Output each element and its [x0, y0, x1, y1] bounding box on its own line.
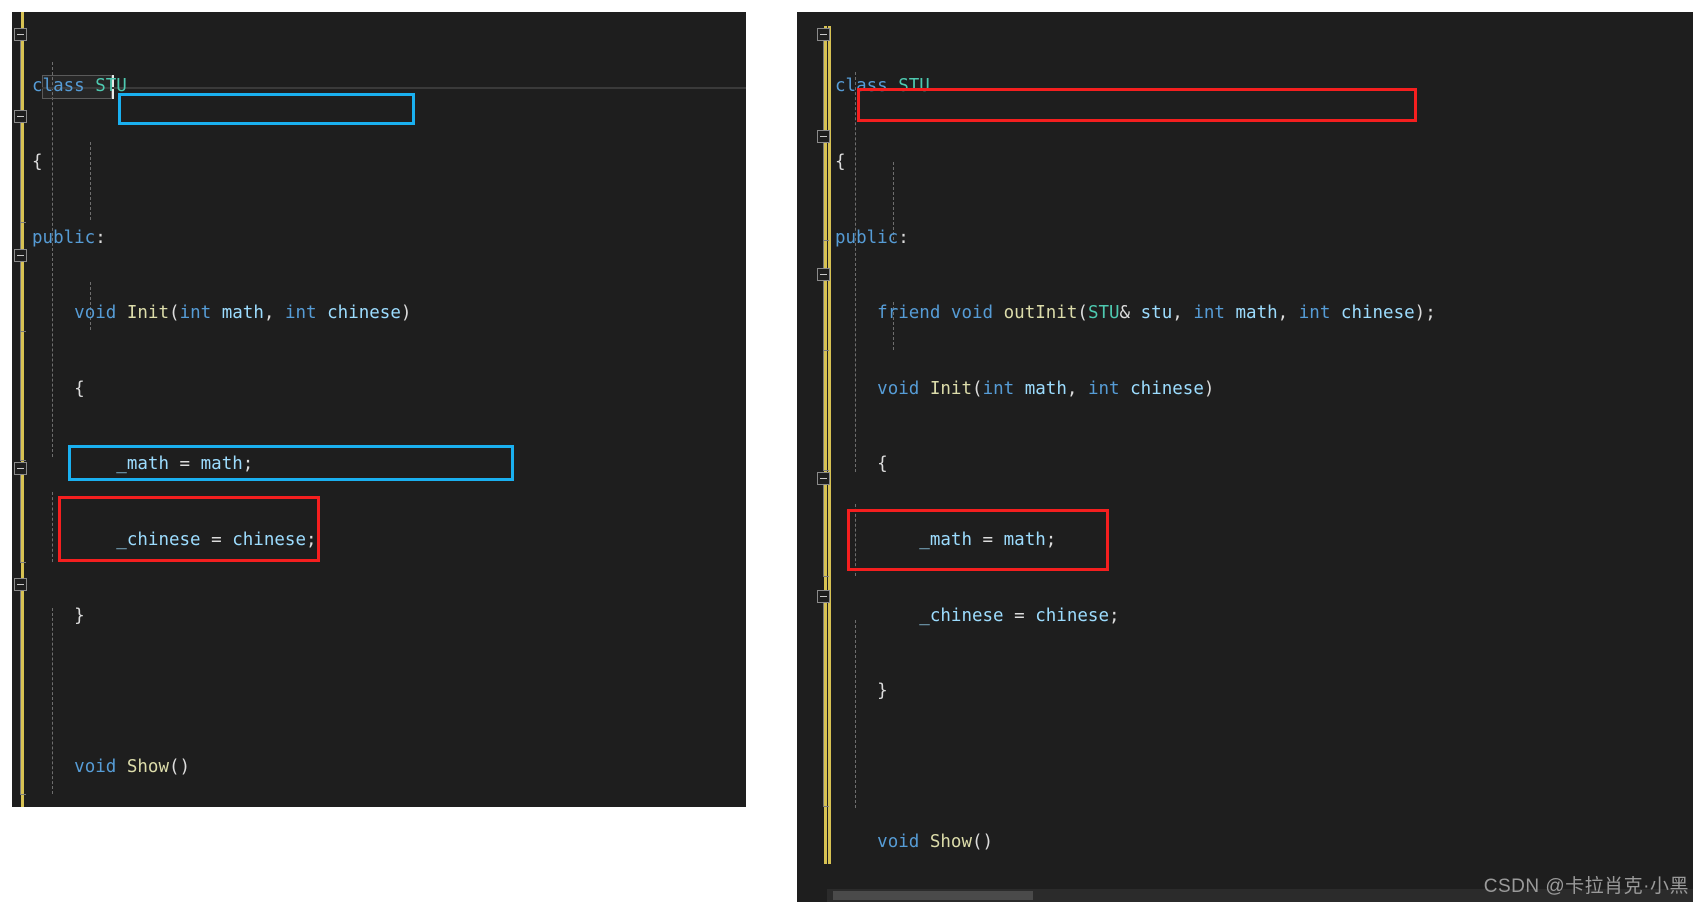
code-line: _math = math; [919, 529, 1057, 550]
fold-guide-class [823, 41, 824, 471]
code-line: } [74, 605, 85, 626]
fold-guide-end-outinit [823, 576, 829, 577]
fold-guide-end-show [823, 350, 829, 351]
fold-toggle-show[interactable] [817, 268, 830, 281]
code-line: } [877, 681, 888, 702]
code-text-right[interactable]: class STU { public: friend void outInit(… [835, 24, 1537, 902]
code-line: { [877, 454, 888, 475]
fold-toggle-class[interactable] [817, 28, 830, 41]
fold-guide-outinit [823, 485, 824, 577]
code-line: void Show() [74, 756, 191, 777]
fold-guide-end-main [823, 806, 829, 807]
code-line: friend void outInit(STU& stu, int math, … [877, 303, 1436, 324]
fold-toggle-outinit[interactable] [14, 462, 27, 475]
fold-guide-end-outinit [20, 562, 26, 563]
code-line: _chinese = chinese; [116, 529, 317, 550]
change-bar-right [824, 26, 827, 864]
screenshot-root: class STU { public: void Init(int math, … [0, 0, 1705, 912]
fold-toggle-outinit[interactable] [817, 472, 830, 485]
code-text-left[interactable]: class STU { public: void Init(int math, … [32, 24, 734, 807]
change-bar-left [21, 12, 24, 807]
fold-guide-init [20, 123, 21, 223]
fold-toggle-show[interactable] [14, 249, 27, 262]
csdn-watermark: CSDN @卡拉肖克·小黑 [1483, 876, 1689, 897]
code-line: class STU [32, 76, 127, 97]
code-editor-left[interactable]: class STU { public: void Init(int math, … [12, 12, 746, 807]
fold-toggle-main[interactable] [817, 590, 830, 603]
fold-guide-outinit [20, 475, 21, 563]
code-line: void Init(int math, int chinese) [74, 303, 412, 324]
fold-toggle-init[interactable] [817, 130, 830, 143]
fold-toggle-init[interactable] [14, 110, 27, 123]
code-line: class STU [835, 76, 930, 97]
code-line: { [835, 152, 846, 172]
fold-guide-end-show [20, 331, 26, 332]
fold-toggle-main[interactable] [14, 578, 27, 591]
code-line: _math = math; [116, 454, 254, 475]
fold-guide-end-class [823, 470, 829, 471]
fold-guide-main [823, 603, 824, 807]
change-bar-right-2 [828, 26, 831, 864]
fold-guide-show [20, 262, 21, 332]
code-editor-right[interactable]: class STU { public: friend void outInit(… [797, 12, 1693, 902]
fold-guide-main [20, 591, 21, 795]
fold-guide-show [823, 281, 824, 351]
fold-guide-end-init [20, 222, 26, 223]
code-line: { [32, 152, 43, 172]
fold-toggle-class[interactable] [14, 28, 27, 41]
fold-guide-end-init [823, 240, 829, 241]
fold-guide-end-class [20, 460, 26, 461]
code-line: public: [835, 227, 909, 248]
code-line: void Init(int math, int chinese) [877, 378, 1215, 399]
code-line: public: [32, 227, 106, 248]
code-line: void Show() [877, 832, 994, 853]
code-line: _chinese = chinese; [919, 605, 1120, 626]
scrollbar-thumb[interactable] [833, 891, 1033, 900]
fold-guide-end-main [20, 794, 26, 795]
code-line: { [74, 378, 85, 399]
fold-guide-init [823, 143, 824, 241]
